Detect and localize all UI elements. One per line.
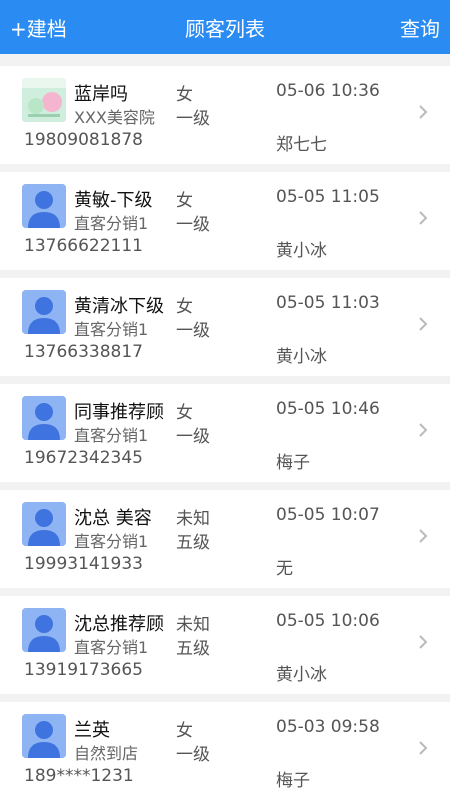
customer-gender: 女 [176, 191, 193, 211]
customer-time: 05-06 10:36 [276, 81, 380, 101]
default-user-icon [22, 714, 66, 758]
customer-gender: 未知 [176, 615, 210, 635]
customer-name: 兰英 [74, 720, 110, 740]
customer-source: 直客分销1 [74, 638, 149, 657]
customer-level: 一级 [176, 745, 210, 765]
top-bar: +建档 顾客列表 查询 [0, 0, 450, 54]
search-button[interactable]: 查询 [400, 13, 440, 42]
customer-level: 一级 [176, 321, 210, 341]
customer-card[interactable]: 兰英 自然到店 女 一级 05-03 09:58 189****1231 梅子 [0, 702, 450, 800]
customer-phone: 13766622111 [24, 236, 143, 256]
default-user-icon [22, 184, 66, 228]
customer-level: 五级 [176, 533, 210, 553]
default-user-icon [22, 608, 66, 652]
customer-time: 05-05 11:05 [276, 187, 380, 207]
customer-gender: 女 [176, 297, 193, 317]
customer-staff: 郑七七 [276, 135, 327, 155]
customer-card[interactable]: 黄清冰下级 直客分销1 女 一级 05-05 11:03 13766338817… [0, 278, 450, 376]
customer-staff: 无 [276, 559, 293, 579]
customer-time: 05-05 10:46 [276, 399, 380, 419]
customer-source: XXX美容院 [74, 108, 155, 127]
chevron-right-icon [419, 741, 428, 755]
customer-source: 自然到店 [74, 744, 139, 763]
customer-gender: 女 [176, 721, 193, 741]
customer-gender: 女 [176, 403, 193, 423]
customer-gender: 女 [176, 85, 193, 105]
customer-phone: 13766338817 [24, 342, 143, 362]
customer-time: 05-03 09:58 [276, 717, 380, 737]
customer-staff: 黄小冰 [276, 241, 327, 261]
customer-source: 直客分销1 [74, 214, 149, 233]
customer-phone: 19809081878 [24, 130, 143, 150]
shop-logo-image [22, 78, 66, 122]
customer-staff: 黄小冰 [276, 347, 327, 367]
customer-name: 黄敏-下级 [74, 190, 153, 210]
customer-source: 直客分销1 [74, 532, 149, 551]
customer-staff: 梅子 [276, 771, 310, 791]
customer-card[interactable]: 沈总推荐顾 直客分销1 未知 五级 05-05 10:06 1391917366… [0, 596, 450, 694]
chevron-right-icon [419, 635, 428, 649]
default-user-icon [22, 502, 66, 546]
customer-card[interactable]: 蓝岸吗 XXX美容院 女 一级 05-06 10:36 19809081878 … [0, 66, 450, 164]
customer-name: 黄清冰下级 [74, 296, 164, 316]
customer-gender: 未知 [176, 509, 210, 529]
chevron-right-icon [419, 529, 428, 543]
chevron-right-icon [419, 317, 428, 331]
customer-time: 05-05 10:07 [276, 505, 380, 525]
customer-name: 沈总推荐顾 [74, 614, 164, 634]
customer-level: 五级 [176, 639, 210, 659]
default-user-icon [22, 290, 66, 334]
customer-level: 一级 [176, 215, 210, 235]
default-user-icon [22, 396, 66, 440]
customer-name: 同事推荐顾 [74, 402, 164, 422]
customer-card[interactable]: 沈总 美容 直客分销1 未知 五级 05-05 10:07 1999314193… [0, 490, 450, 588]
customer-staff: 黄小冰 [276, 665, 327, 685]
customer-staff: 梅子 [276, 453, 310, 473]
customer-phone: 13919173665 [24, 660, 143, 680]
customer-level: 一级 [176, 427, 210, 447]
customer-level: 一级 [176, 109, 210, 129]
customer-phone: 19993141933 [24, 554, 143, 574]
customer-name: 沈总 美容 [74, 508, 152, 528]
page-title: 顾客列表 [185, 17, 265, 41]
customer-phone: 189****1231 [24, 766, 134, 786]
customer-card[interactable]: 黄敏-下级 直客分销1 女 一级 05-05 11:05 13766622111… [0, 172, 450, 270]
customer-phone: 19672342345 [24, 448, 143, 468]
customer-source: 直客分销1 [74, 426, 149, 445]
customer-time: 05-05 11:03 [276, 293, 380, 313]
customer-time: 05-05 10:06 [276, 611, 380, 631]
chevron-right-icon [419, 423, 428, 437]
customer-source: 直客分销1 [74, 320, 149, 339]
chevron-right-icon [419, 211, 428, 225]
customer-card[interactable]: 同事推荐顾 直客分销1 女 一级 05-05 10:46 19672342345… [0, 384, 450, 482]
customer-name: 蓝岸吗 [74, 84, 128, 104]
chevron-right-icon [419, 105, 428, 119]
